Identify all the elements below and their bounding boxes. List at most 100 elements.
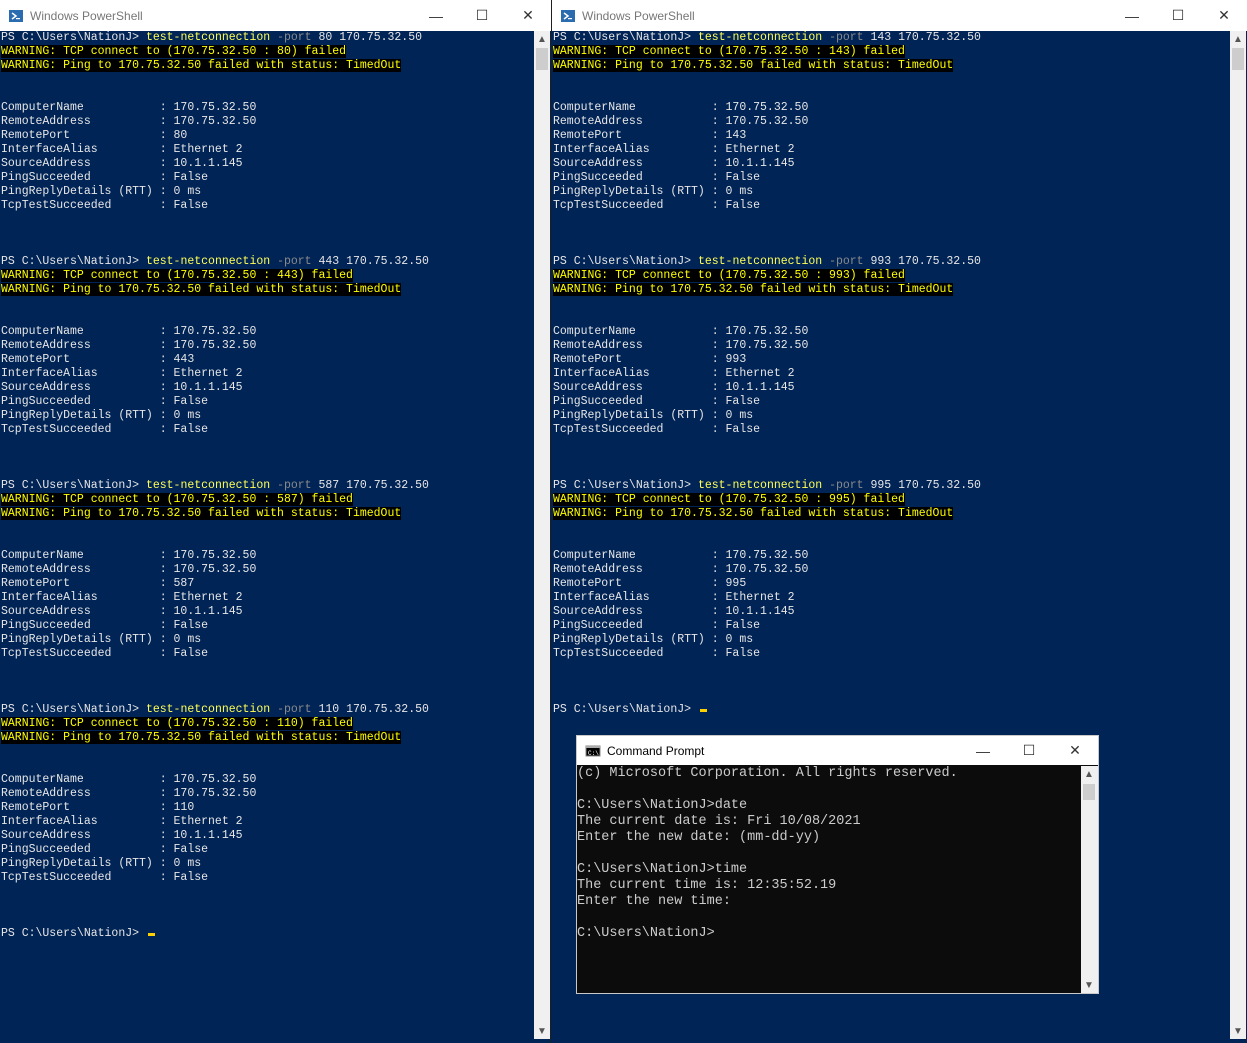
terminal-line: PingReplyDetails (RTT) : 0 ms: [553, 409, 1230, 423]
terminal-line: WARNING: TCP connect to (170.75.32.50 : …: [553, 493, 1230, 507]
scroll-down-icon[interactable]: ▼: [534, 1023, 550, 1039]
terminal-line: ComputerName : 170.75.32.50: [553, 101, 1230, 115]
terminal-line: RemotePort : 443: [1, 353, 534, 367]
output-text: RemotePort : 80: [1, 129, 188, 142]
warning-text: WARNING: Ping to 170.75.32.50 failed wit…: [553, 59, 954, 72]
vertical-scrollbar[interactable]: ▲ ▼: [1081, 766, 1098, 993]
scroll-thumb[interactable]: [1232, 48, 1244, 70]
terminal-line: RemotePort : 80: [1, 129, 534, 143]
title-bar[interactable]: Windows PowerShell — ☐ ✕: [552, 0, 1247, 31]
warning-text: WARNING: Ping to 170.75.32.50 failed wit…: [1, 59, 402, 72]
terminal-line: PingSucceeded : False: [553, 395, 1230, 409]
minimize-button[interactable]: —: [413, 0, 459, 31]
output-text: SourceAddress : 10.1.1.145: [1, 605, 243, 618]
terminal-line: C:\Users\NationJ>time: [577, 862, 748, 877]
terminal-line: RemoteAddress : 170.75.32.50: [553, 563, 1230, 577]
maximize-button[interactable]: ☐: [459, 0, 505, 31]
terminal-line: PS C:\Users\NationJ>: [1, 927, 534, 941]
terminal-line: PingSucceeded : False: [1, 619, 534, 633]
vertical-scrollbar[interactable]: ▲ ▼: [534, 31, 550, 1039]
terminal-line: WARNING: Ping to 170.75.32.50 failed wit…: [553, 283, 1230, 297]
terminal-line: PingSucceeded : False: [553, 619, 1230, 633]
maximize-button[interactable]: ☐: [1155, 0, 1201, 31]
output-text: RemotePort : 587: [1, 577, 195, 590]
terminal-line: The current date is: Fri 10/08/2021: [577, 814, 861, 829]
argument-text: 110 170.75.32.50: [311, 703, 429, 716]
maximize-icon: ☐: [475, 7, 489, 23]
terminal-line: ComputerName : 170.75.32.50: [553, 549, 1230, 563]
terminal-line: PS C:\Users\NationJ> test-netconnection …: [1, 703, 534, 717]
warning-text: WARNING: Ping to 170.75.32.50 failed wit…: [1, 283, 402, 296]
scroll-down-icon[interactable]: ▼: [1230, 1023, 1246, 1039]
output-text: InterfaceAlias : Ethernet 2: [1, 591, 243, 604]
terminal-line: ComputerName : 170.75.32.50: [1, 325, 534, 339]
terminal-line: SourceAddress : 10.1.1.145: [1, 829, 534, 843]
close-button[interactable]: ✕: [505, 0, 551, 31]
maximize-button[interactable]: ☐: [1006, 736, 1052, 766]
minimize-icon: —: [1125, 7, 1139, 24]
terminal-line: TcpTestSucceeded : False: [1, 199, 534, 213]
title-bar[interactable]: C:\ Command Prompt — ☐ ✕: [577, 736, 1098, 765]
warning-text: WARNING: Ping to 170.75.32.50 failed wit…: [553, 507, 954, 520]
terminal-line: ComputerName : 170.75.32.50: [1, 549, 534, 563]
terminal-line: WARNING: Ping to 170.75.32.50 failed wit…: [1, 59, 534, 73]
terminal-line: InterfaceAlias : Ethernet 2: [1, 143, 534, 157]
terminal-line: RemotePort : 143: [553, 129, 1230, 143]
parameter-text: -port: [829, 255, 864, 268]
warning-text: WARNING: TCP connect to (170.75.32.50 : …: [1, 45, 347, 58]
output-text: TcpTestSucceeded : False: [553, 647, 761, 660]
terminal-line: (c) Microsoft Corporation. All rights re…: [577, 766, 958, 781]
output-text: PingReplyDetails (RTT) : 0 ms: [553, 409, 754, 422]
terminal-line: PingSucceeded : False: [1, 395, 534, 409]
close-button[interactable]: ✕: [1201, 0, 1247, 31]
terminal-line: C:\Users\NationJ>: [577, 926, 715, 941]
output-text: PingReplyDetails (RTT) : 0 ms: [553, 633, 754, 646]
terminal-output[interactable]: PS C:\Users\NationJ> test-netconnection …: [1, 31, 534, 1035]
scroll-up-icon[interactable]: ▲: [534, 31, 550, 47]
terminal-output[interactable]: (c) Microsoft Corporation. All rights re…: [577, 766, 1081, 993]
prompt-text: PS C:\Users\NationJ>: [553, 255, 698, 268]
title-bar[interactable]: Windows PowerShell — ☐ ✕: [0, 0, 551, 31]
vertical-scrollbar[interactable]: ▲ ▼: [1230, 31, 1246, 1039]
output-text: ComputerName : 170.75.32.50: [1, 549, 257, 562]
terminal-line: PS C:\Users\NationJ> test-netconnection …: [1, 479, 534, 493]
scroll-up-icon[interactable]: ▲: [1081, 766, 1097, 782]
scroll-up-icon[interactable]: ▲: [1230, 31, 1246, 47]
close-button[interactable]: ✕: [1052, 736, 1098, 766]
minimize-button[interactable]: —: [960, 736, 1006, 766]
terminal-line: Enter the new date: (mm-dd-yy): [577, 830, 821, 845]
output-text: ComputerName : 170.75.32.50: [553, 101, 809, 114]
terminal-line: SourceAddress : 10.1.1.145: [553, 605, 1230, 619]
cursor-icon: [699, 709, 707, 712]
command-text: test-netconnection: [145, 703, 271, 716]
scroll-thumb[interactable]: [536, 48, 548, 70]
prompt-text: PS C:\Users\NationJ>: [1, 479, 146, 492]
minimize-button[interactable]: —: [1109, 0, 1155, 31]
powershell-window-left[interactable]: Windows PowerShell — ☐ ✕ PS C:\Users\Nat…: [0, 0, 551, 1043]
output-text: RemotePort : 143: [553, 129, 747, 142]
command-prompt-window[interactable]: C:\ Command Prompt — ☐ ✕ (c) Microsoft C…: [576, 735, 1099, 994]
output-text: RemoteAddress : 170.75.32.50: [1, 787, 257, 800]
output-text: InterfaceAlias : Ethernet 2: [1, 367, 243, 380]
scroll-down-icon[interactable]: ▼: [1081, 977, 1097, 993]
scroll-thumb[interactable]: [1083, 784, 1095, 800]
output-text: PingSucceeded : False: [553, 171, 761, 184]
output-text: PingSucceeded : False: [1, 395, 209, 408]
output-text: PingSucceeded : False: [1, 843, 209, 856]
warning-text: WARNING: TCP connect to (170.75.32.50 : …: [1, 269, 353, 282]
